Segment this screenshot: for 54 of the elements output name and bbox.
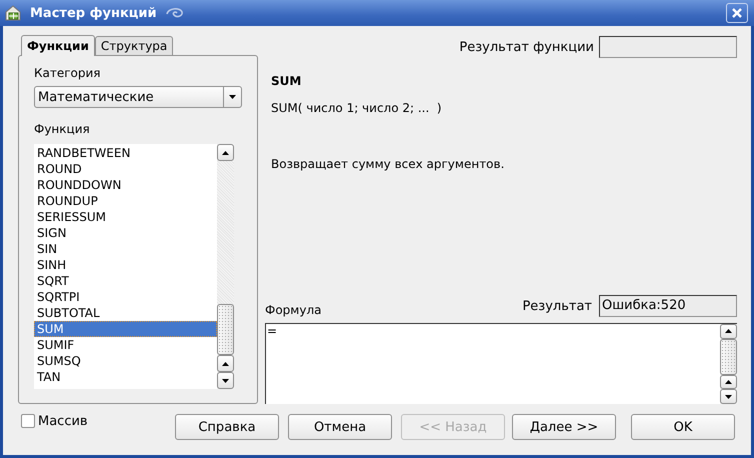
tab[interactable]: Функции [21, 35, 95, 56]
dialog-button[interactable]: Отмена [288, 414, 392, 440]
close-button[interactable] [726, 3, 748, 23]
function-syntax: SUM( число 1; число 2; ... ) [271, 101, 443, 115]
list-item[interactable]: SUBTOTAL [34, 305, 217, 321]
list-item[interactable]: SINH [34, 257, 217, 273]
down-arrow-icon [725, 394, 732, 399]
list-item[interactable]: SQRT [34, 273, 217, 289]
list-item[interactable]: ROUNDDOWN [34, 177, 217, 193]
list-item[interactable]: RANDBETWEEN [34, 145, 217, 161]
dialog-button[interactable]: Далее >> [512, 414, 616, 440]
scrollbar-thumb[interactable] [217, 304, 234, 355]
up-arrow-icon [725, 380, 732, 384]
down-arrow-icon [222, 378, 229, 382]
list-item[interactable]: SUMIF [34, 337, 217, 353]
list-item[interactable]: SUM [34, 321, 217, 337]
result-label: Результат [522, 298, 592, 314]
scroll-up-button[interactable] [217, 355, 234, 372]
array-label: Массив [38, 414, 88, 428]
list-item[interactable]: TAN [34, 369, 217, 385]
up-arrow-icon [725, 329, 732, 334]
up-arrow-icon [222, 150, 229, 154]
tab[interactable]: Структура [94, 36, 174, 55]
array-checkbox[interactable] [21, 414, 35, 428]
list-item[interactable]: SQRTPI [34, 289, 217, 305]
scrollbar-thumb[interactable] [720, 338, 737, 375]
list-item[interactable]: ROUND [34, 161, 217, 177]
category-label: Категория [34, 66, 102, 82]
function-label: Функция [34, 122, 91, 138]
list-item[interactable]: SIGN [34, 225, 217, 241]
window-title: Мастер функций [30, 6, 157, 20]
list-item[interactable]: SIN [34, 241, 217, 257]
scroll-down-button[interactable] [720, 389, 737, 404]
close-icon [732, 8, 742, 18]
scroll-down-button[interactable] [217, 372, 234, 389]
function-name: SUM [271, 74, 302, 88]
dialog-button[interactable]: OK [631, 414, 735, 440]
scroll-up-button[interactable] [217, 144, 234, 161]
result-field: Ошибка:520 [599, 295, 737, 317]
formula-field[interactable]: = [265, 323, 737, 404]
category-dropdown[interactable]: Математические [34, 86, 242, 108]
dialog-button[interactable]: Справка [175, 414, 279, 440]
list-item[interactable]: ROUNDUP [34, 193, 217, 209]
list-item[interactable]: SERIESSUM [34, 209, 217, 225]
formula-label: Формула [265, 303, 322, 319]
up-arrow-icon [222, 362, 229, 366]
list-item[interactable]: SUMSQ [34, 353, 217, 369]
spreadsheet-icon [4, 4, 22, 22]
function-description: Возвращает сумму всех аргументов. [271, 157, 506, 171]
swirl-icon [164, 6, 185, 20]
function-result-label: Результат функции [459, 40, 594, 54]
down-arrow-icon [229, 95, 236, 99]
scroll-up-button[interactable] [720, 324, 737, 339]
scroll-up-button[interactable] [720, 374, 737, 390]
